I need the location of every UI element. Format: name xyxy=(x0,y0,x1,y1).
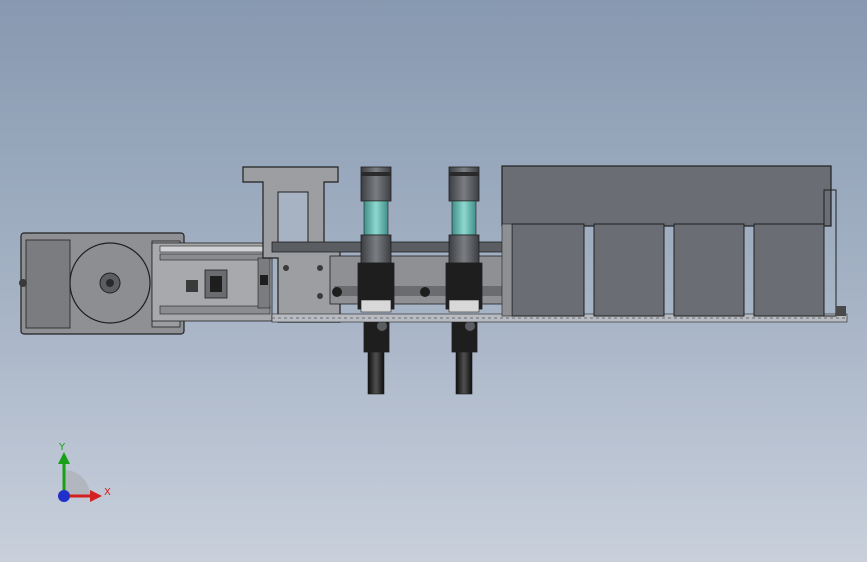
coordinate-triad xyxy=(58,452,102,502)
z-axis-icon xyxy=(58,490,70,502)
y-axis-label: Y xyxy=(59,442,66,453)
cad-viewport[interactable]: Y X xyxy=(0,0,867,562)
x-axis-label: X xyxy=(104,487,111,498)
